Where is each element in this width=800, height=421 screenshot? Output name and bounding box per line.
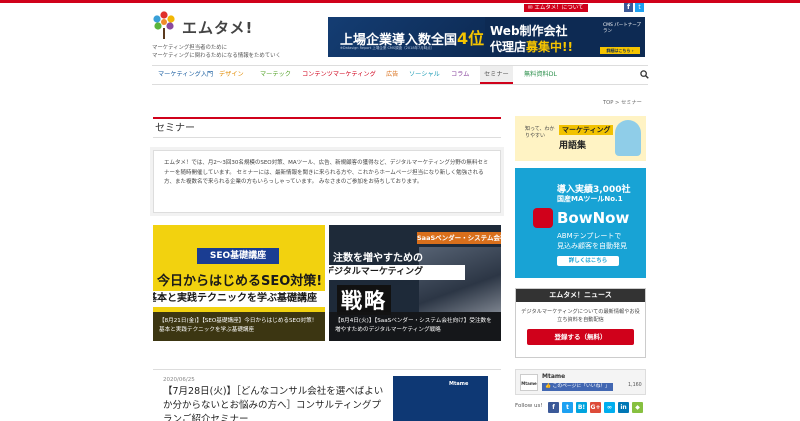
follow-us-bar: Follow us! f t B! G+ ∞ in ◆ [515,400,646,416]
facebook-like-count: 1,160 [628,383,642,388]
facebook-page-widget: Mtame Mtame 👍 このページに「いいね！」 1,160 [515,369,646,395]
bownow-line4: 見込み顧客を自動発見 [557,242,627,250]
seminar-card-saas[interactable]: SaaSベンダー・システム会社 注数を増やすための デジタルマーケティング 戦略… [329,225,501,341]
facebook-icon[interactable]: f [624,3,633,12]
envelope-icon: ✉ [528,5,533,11]
card-headline-line2: デジタルマーケティング [329,265,465,280]
banner-recruiting: 募集中!! [526,40,573,54]
bownow-line3: ABMテンプレートで [557,232,622,240]
glossary-small-text: 知って、わかりやすい [525,126,555,139]
card-headline: 今日からはじめるSEO対策! [157,274,323,289]
card-caption: 【8月21日(金)】【SEO基礎講座】今日からはじめるSEO対策！基本と実践テク… [153,312,325,341]
follow-us-label: Follow us! [515,403,543,409]
sidebar-glossary-banner[interactable]: 知って、わかりやすい マーケティング 用語集 [515,116,646,161]
follow-linkedin-icon[interactable]: in [618,402,629,413]
nav-item-seminar[interactable]: セミナー [480,66,513,84]
logo-text: エムタメ! [182,19,254,37]
bownow-description: ABMテンプレートで 見込み顧客を自動発見 [557,231,627,251]
bownow-brand: BowNow [557,209,630,227]
thumbnail-brand: Mtame [449,381,469,387]
bownow-line2: 国産MAツールNo.1 [557,195,623,203]
nav-item-content-marketing[interactable]: コンテンツマーケティング [302,66,376,84]
glossary-title: 用語集 [559,141,587,151]
glossary-illustration [615,120,641,156]
follow-feedly-icon[interactable]: ◆ [632,402,643,413]
follow-hatena-icon[interactable]: B! [576,402,587,413]
nav-item-martech[interactable]: マーテック [260,66,291,84]
bownow-logo-icon [533,208,553,228]
nav-item-ads[interactable]: 広告 [386,66,398,84]
twitter-icon[interactable]: t [635,3,644,12]
about-link-label: エムタメ！について [534,5,584,11]
top-accent-bar [0,0,800,3]
about-link[interactable]: ✉ エムタメ！について [524,4,588,12]
main-nav: マーケティング入門 デザイン マーテック コンテンツマーケティング 広告 ソーシ… [152,65,649,85]
breadcrumb-separator: > [615,100,620,106]
facebook-like-button[interactable]: 👍 このページに「いいね！」 [542,383,613,391]
follow-twitter-icon[interactable]: t [562,402,573,413]
page-title: セミナー [153,117,501,138]
card-subheadline: 基本と実践テクニックを学ぶ基礎講座 [153,291,325,307]
intro-text: エムタメ！では、月2〜3回30名規模のSEO対策、MAツール、広告、新規顧客の獲… [153,150,501,213]
bownow-cta-button[interactable]: 詳しくはこちら [557,256,619,266]
nav-item-social[interactable]: ソーシャル [409,66,440,84]
search-icon[interactable] [640,70,649,79]
follow-facebook-icon[interactable]: f [548,402,559,413]
glossary-tag: マーケティング [559,125,614,135]
tagline-line-1: マーケティング担当者のために [152,45,228,51]
breadcrumb: TOP > セミナー [603,99,642,106]
tagline-line-2: マーケティングに関わるためになる情報をためていく [152,53,281,59]
card-caption: 【8月4日(火)】【SaaSベンダー・システム会社向け】受注数を増やすためのデジ… [329,312,501,341]
banner-right-line2: 代理店募集中!! [490,38,573,55]
facebook-page-name[interactable]: Mtame [542,373,565,380]
banner-note: ※Datasign Report 上場企業 CMS調査（2018年7月時点） [340,46,435,50]
breadcrumb-home[interactable]: TOP [603,100,613,106]
banner-cta-button[interactable]: 詳細はこちら › [600,47,640,54]
facebook-like-label: このページに「いいね！」 [552,384,610,389]
banner-cms-label: CMS パートナープラン [603,23,642,34]
logo-flower-icon [153,11,175,39]
nav-item-column[interactable]: コラム [451,66,469,84]
banner-right-line1: Web制作会社 [490,24,568,38]
card-big-word: 戦略 [337,285,391,315]
facebook-page-logo[interactable]: Mtame [520,374,538,391]
nav-item-design[interactable]: デザイン [219,66,244,84]
banner-agency: 代理店 [490,40,527,54]
post-thumbnail[interactable]: Mtame [393,376,488,421]
sidebar-bownow-banner[interactable]: 導入実績3,000社 国産MAツールNo.1 BowNow ABMテンプレートで… [515,168,646,278]
card-headline-line1: 注数を増やすための [333,253,423,264]
newsletter-heading: エムタメ！ニュース [516,289,645,302]
card-badge: SEO基礎講座 [197,248,279,264]
breadcrumb-current: セミナー [621,100,642,106]
nav-item-free-download[interactable]: 無料資料DL [524,66,557,84]
newsletter-description: デジタルマーケティングについての最新情報やお役立ち資料を自動配信 [521,309,640,323]
follow-googleplus-icon[interactable]: G+ [590,402,601,413]
sidebar-newsletter: エムタメ！ニュース デジタルマーケティングについての最新情報やお役立ち資料を自動… [515,288,646,358]
banner-rank: 4位 [457,29,485,48]
post-date: 2020/06/25 [163,377,195,383]
newsletter-subscribe-button[interactable]: 登録する（無料） [527,329,634,345]
header-ad-banner[interactable]: 上場企業導入数全国4位 ※Datasign Report 上場企業 CMS調査（… [328,17,645,57]
site-tagline: マーケティング担当者のために マーケティングに関わるためになる情報をためていく [152,44,281,60]
thumbs-up-icon: 👍 [545,384,551,389]
follow-pocket-icon[interactable]: ∞ [604,402,615,413]
post-title[interactable]: 【7月28日(火)】［どんなコンサル会社を選べばよいか分からないとお悩みの方へ］… [163,385,388,421]
nav-item-marketing-intro[interactable]: マーケティング入門 [158,66,213,84]
seminar-card-seo[interactable]: SEO基礎講座 今日からはじめるSEO対策! 基本と実践テクニックを学ぶ基礎講座… [153,225,325,341]
post-list-item[interactable]: 2020/06/25 【7月28日(火)】［どんなコンサル会社を選べばよいか分か… [153,369,501,421]
site-logo[interactable]: エムタメ! [152,10,252,40]
card-tag: SaaSベンダー・システム会社 [417,232,501,244]
